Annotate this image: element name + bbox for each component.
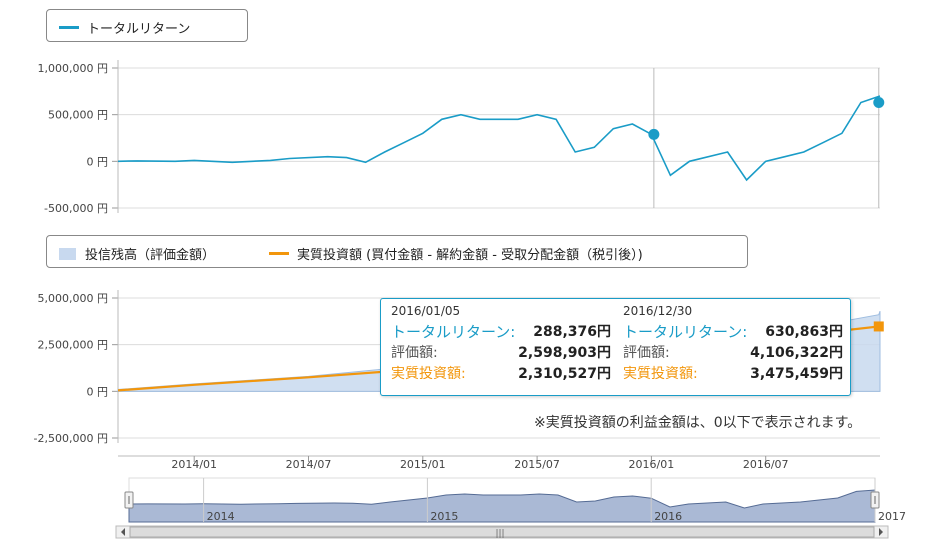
marker-point <box>873 96 885 108</box>
tooltip-row: 実質投資額: 2,310,527円 <box>391 366 611 382</box>
x-tick-label: 2015/01 <box>400 458 446 471</box>
top-chart-y-axis: 1,000,000 円 500,000 円 0 円 -500,000 円 <box>38 60 119 215</box>
marker-point <box>873 321 884 332</box>
bottom-chart-legend: 投信残高（評価金額） 実質投資額 (買付金額 - 解約金額 - 受取分配金額（税… <box>46 235 748 268</box>
legend-item-investment[interactable]: 実質投資額 (買付金額 - 解約金額 - 受取分配金額（税引後）) <box>269 244 643 263</box>
navigator-year-label: 2017 <box>878 510 906 523</box>
x-tick-label: 2014/01 <box>171 458 217 471</box>
area-swatch-icon <box>59 247 76 260</box>
chart-note: ※実質投資額の利益金額は、0以下で表示されます。 <box>534 415 862 431</box>
y-tick-label: 1,000,000 円 <box>38 62 108 75</box>
tooltip-row: トータルリターン: 288,376円 <box>391 323 611 341</box>
line-swatch-icon <box>269 252 289 255</box>
y-tick-label: -500,000 円 <box>44 202 108 215</box>
x-axis: 2014/01 2014/07 2015/01 2015/07 2016/01 2016/… <box>118 455 880 471</box>
tooltip-column: 2016/01/05 トータルリターン: 288,376円 評価額: 2,598,9… <box>391 304 611 385</box>
range-navigator[interactable]: 2014 2015 2016 2017 ||| <box>115 477 906 539</box>
top-chart-grid <box>118 67 880 209</box>
tooltip-row: 評価額: 2,598,903円 <box>391 345 611 361</box>
tooltip-row: トータルリターン: 630,863円 <box>623 323 843 341</box>
tooltip-row: 評価額: 4,106,322円 <box>623 345 843 361</box>
legend-label: 投信残高（評価金額） <box>85 248 216 263</box>
legend-item-balance[interactable]: 投信残高（評価金額） <box>59 244 215 263</box>
tooltip-column: 2016/12/30 トータルリターン: 630,863円 評価額: 4,106,3… <box>623 304 843 385</box>
top-chart-legend: トータルリターン <box>46 9 248 42</box>
bottom-chart-y-axis: 5,000,000 円 2,500,000 円 0 円 -2,500,000 円 <box>34 290 119 445</box>
y-tick-label: 5,000,000 円 <box>38 292 108 305</box>
x-tick-label: 2015/07 <box>514 458 560 471</box>
navigator-year-label: 2014 <box>207 510 235 523</box>
tooltip-date: 2016/01/05 <box>391 304 461 318</box>
series-line-total-return <box>117 95 881 182</box>
navigator-year-label: 2016 <box>654 510 682 523</box>
scrollbar-grip: ||| <box>495 529 504 539</box>
marker-point <box>648 128 660 140</box>
y-tick-label: 2,500,000 円 <box>38 339 108 352</box>
x-tick-label: 2016/07 <box>743 458 789 471</box>
tooltip-date: 2016/12/30 <box>623 304 693 318</box>
line-swatch-icon <box>59 26 79 29</box>
chart-canvas: 1,000,000 円 500,000 円 0 円 -500,000 円 5,000,… <box>34 60 906 539</box>
x-tick-label: 2014/07 <box>286 458 332 471</box>
x-tick-label: 2016/01 <box>629 458 675 471</box>
legend-item-total-return[interactable]: トータルリターン <box>59 18 190 37</box>
y-tick-label: 0 円 <box>87 385 109 398</box>
data-tooltip: 2016/01/05 トータルリターン: 288,376円 評価額: 2,598,9… <box>380 298 851 396</box>
y-tick-label: -2,500,000 円 <box>34 432 108 445</box>
tooltip-row: 実質投資額: 3,475,459円 <box>623 366 843 382</box>
navigator-year-label: 2015 <box>430 510 458 523</box>
y-tick-label: 0 円 <box>87 155 109 168</box>
legend-label: トータルリターン <box>87 22 191 37</box>
top-chart-plot <box>117 95 885 182</box>
y-tick-label: 500,000 円 <box>48 109 108 122</box>
legend-label: 実質投資額 (買付金額 - 解約金額 - 受取分配金額（税引後）) <box>297 248 643 263</box>
